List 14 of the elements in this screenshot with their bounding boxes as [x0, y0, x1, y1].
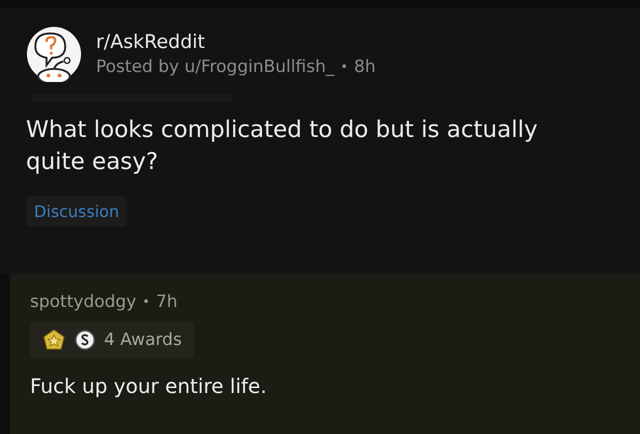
subreddit-avatar-icon	[26, 26, 82, 82]
comment-age: 7h	[156, 292, 178, 312]
comment-text: Fuck up your entire life.	[30, 374, 268, 398]
comment-author[interactable]: spottydodgy	[30, 292, 136, 312]
subreddit-name[interactable]: r/AskReddit	[96, 31, 376, 53]
coin-icon	[74, 329, 96, 351]
posted-by[interactable]: Posted by u/FrogginBullfish_	[96, 57, 334, 77]
separator-dot: •	[142, 294, 150, 310]
star-badge-icon	[42, 328, 66, 352]
post-title[interactable]: What looks complicated to do but is actually quite easy?	[26, 114, 556, 178]
separator-dot: •	[340, 60, 348, 74]
awards-bar[interactable]: 4 Awards	[30, 322, 194, 358]
post-age: 8h	[354, 57, 376, 77]
flair-tag[interactable]: Discussion	[26, 196, 128, 227]
